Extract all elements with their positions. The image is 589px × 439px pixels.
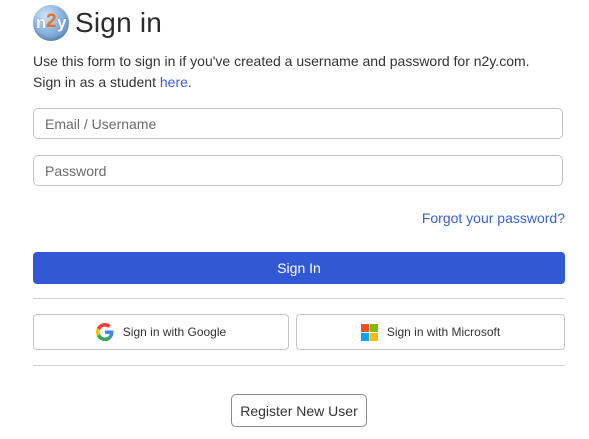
microsoft-sign-in-button[interactable]: Sign in with Microsoft	[296, 314, 565, 350]
password-input[interactable]	[33, 155, 563, 186]
google-sign-in-label: Sign in with Google	[122, 325, 227, 339]
header: n 2 y Sign in	[33, 5, 162, 41]
logo-letter-y: y	[57, 13, 67, 32]
microsoft-icon	[360, 323, 378, 341]
intro-text-after: .	[187, 74, 192, 90]
student-sign-in-link[interactable]: here	[160, 74, 188, 90]
page-title: Sign in	[75, 7, 163, 38]
forgot-password-link[interactable]: Forgot your password?	[422, 210, 565, 226]
google-sign-in-button[interactable]: Sign in with Google	[33, 314, 289, 350]
divider	[33, 365, 565, 366]
intro-text: Use this form to sign in if you've creat…	[33, 51, 561, 93]
register-new-user-button[interactable]: Register New User	[231, 394, 367, 427]
divider	[33, 298, 565, 299]
google-icon	[95, 323, 114, 341]
n2y-logo: n 2 y	[33, 5, 69, 41]
microsoft-sign-in-label: Sign in with Microsoft	[386, 325, 501, 339]
logo-letter-n: n	[36, 13, 47, 32]
logo-letter-2: 2	[46, 11, 57, 32]
intro-text-before: Use this form to sign in if you've creat…	[33, 53, 530, 90]
sign-in-button[interactable]: Sign In	[33, 252, 565, 284]
email-username-input[interactable]	[33, 108, 563, 139]
